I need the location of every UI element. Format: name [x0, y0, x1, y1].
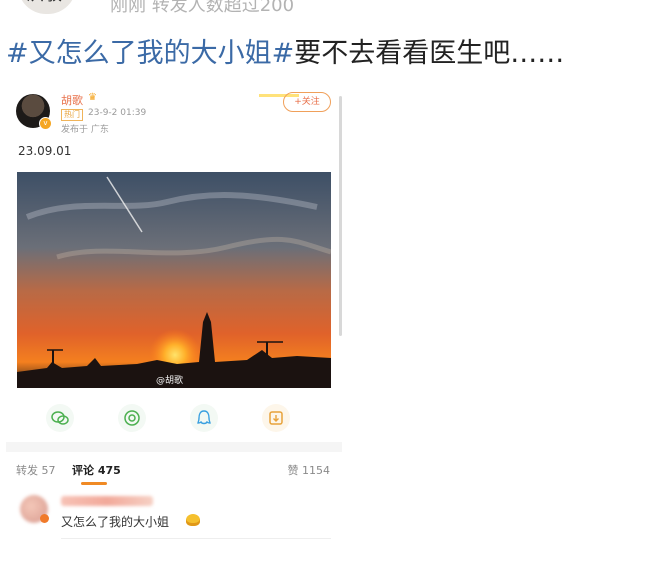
moments-icon[interactable]	[118, 404, 146, 432]
tab-likes[interactable]: 赞 1154	[288, 462, 331, 478]
topic-tag[interactable]: #又怎么了我的大小姐#	[6, 38, 294, 69]
comment-author-blurred	[61, 496, 153, 506]
crown-icon: ♛	[88, 92, 97, 103]
post-location: 发布于 广东	[61, 125, 109, 135]
comment-badge-icon	[40, 514, 49, 523]
post-time: 23-9-2 01:39	[88, 108, 147, 118]
emoji-icon	[186, 514, 200, 526]
save-image-icon[interactable]	[262, 404, 290, 432]
hot-badge: 热门	[61, 109, 83, 121]
share-row	[46, 404, 306, 432]
post-author[interactable]: 胡歌	[61, 92, 83, 108]
headline: #又怎么了我的大小姐#要不去看看医生吧……	[6, 36, 564, 72]
post-text: 23.09.01	[18, 144, 72, 158]
comment-text: 又怎么了我的大小姐	[61, 515, 170, 529]
comment-divider	[61, 538, 331, 539]
sunset-photo[interactable]	[17, 172, 331, 388]
tab-comment[interactable]: 评论 475	[72, 462, 121, 478]
top-avatar-text: 洪敏	[26, 0, 62, 6]
scrollbar[interactable]	[339, 96, 342, 336]
verified-icon: v	[39, 117, 52, 130]
top-meta: 刚刚 转发人数超过200	[110, 0, 295, 16]
section-divider	[6, 442, 342, 452]
tab-underline	[81, 482, 107, 485]
photo-watermark: @胡歌	[156, 376, 184, 386]
qq-icon[interactable]	[190, 404, 218, 432]
top-avatar[interactable]: 洪敏	[18, 0, 76, 14]
follow-button[interactable]: +关注	[283, 92, 331, 112]
headline-text: 要不去看看医生吧……	[294, 38, 565, 69]
tab-repost[interactable]: 转发 57	[16, 462, 56, 478]
tab-bar: 转发 57 评论 475 赞 1154	[6, 460, 342, 486]
embedded-post: v 胡歌 ♛ 热门 23-9-2 01:39 发布于 广东 +关注 23.09.…	[6, 86, 342, 561]
wechat-icon[interactable]	[46, 404, 74, 432]
